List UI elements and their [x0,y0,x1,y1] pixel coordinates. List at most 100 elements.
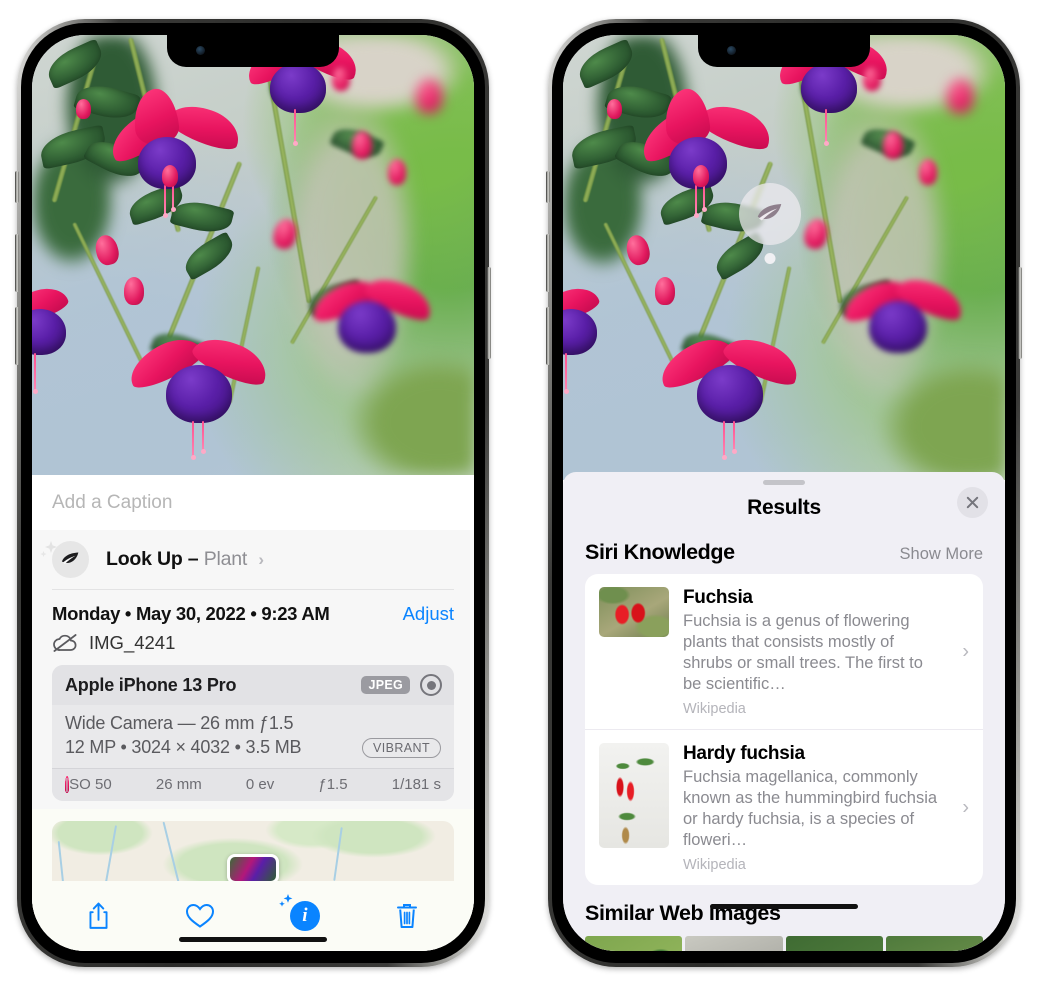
share-button[interactable] [87,901,110,931]
format-badge: JPEG [361,676,410,695]
volume-up-button[interactable] [15,234,19,292]
siri-knowledge-card: Fuchsia Fuchsia is a genus of flowering … [585,574,983,885]
similar-web-images-strip [563,936,1005,951]
device-notch [698,35,870,67]
front-camera-icon [196,46,205,55]
leaf-icon [61,552,79,565]
badge-anchor-dot [764,253,776,264]
photo-flowers [563,35,1005,480]
device-bezel: Add a Caption Look Up – Plant › Monday •… [21,23,485,963]
photo-viewer-right[interactable] [563,35,1005,480]
results-header: Results [563,485,1005,531]
result-source: Wikipedia [683,857,746,873]
mute-switch[interactable] [15,171,19,203]
web-image-3[interactable] [785,936,883,951]
home-indicator[interactable] [710,904,858,909]
caption-placeholder-text: Add a Caption [52,491,173,513]
heart-icon [186,904,215,929]
web-image-4[interactable] [885,936,983,951]
look-up-subject: Plant [203,548,248,571]
chevron-right-icon: › [962,640,969,662]
siri-knowledge-title: Siri Knowledge [585,540,735,564]
photo-flowers [32,35,474,475]
exif-stats-row: ISO 50 | 26 mm | 0 ev | ƒ1.5 | 1/181 s [52,768,454,802]
knowledge-result-row[interactable]: Hardy fuchsia Fuchsia magellanica, commo… [585,729,983,885]
volume-down-button[interactable] [546,307,550,365]
exif-stat-focal: 26 mm [155,776,202,794]
size-info-row: 12 MP • 3024 × 4032 • 3.5 MB VIBRANT [65,737,441,758]
visual-lookup-results-sheet: Results Siri Knowledge Show More Fuchsia… [563,472,1005,951]
photographic-style-badge: VIBRANT [362,737,441,758]
visual-lookup-badge[interactable] [739,183,801,264]
exif-card-header: Apple iPhone 13 Pro JPEG [52,665,454,706]
iphone-left-device: Add a Caption Look Up – Plant › Monday •… [15,19,491,967]
result-thumbnail [599,743,669,848]
show-more-button[interactable]: Show More [900,545,983,564]
front-camera-icon [727,46,736,55]
look-up-label: Look Up – Plant › [106,548,264,571]
leaf-badge-icon [52,541,89,579]
trash-icon [396,903,417,928]
icloud-off-icon [53,634,77,652]
delete-button[interactable] [395,901,419,931]
result-title: Hardy fuchsia [683,743,805,764]
iphone-right-device: Results Siri Knowledge Show More Fuchsia… [546,19,1022,967]
close-icon [966,496,979,509]
exif-stat-iso: ISO 50 [65,776,112,794]
share-icon [89,902,108,929]
chevron-right-icon: › [962,796,969,818]
result-source: Wikipedia [683,701,746,717]
close-button[interactable] [957,487,988,518]
image-size-info: 12 MP • 3024 × 4032 • 3.5 MB [65,737,302,758]
power-button[interactable] [1018,267,1022,359]
exif-stat-shutter: 1/181 s [391,776,441,794]
photo-filename: IMG_4241 [89,632,176,654]
result-thumbnail [599,587,669,637]
look-up-title: Look Up – [106,548,199,571]
photo-viewer-left[interactable] [32,35,474,475]
volume-up-button[interactable] [546,234,550,292]
sparkles-icon [279,893,293,907]
exif-stat-aperture: ƒ1.5 [318,776,348,794]
volume-down-button[interactable] [15,307,19,365]
power-button[interactable] [487,267,491,359]
results-title: Results [747,496,821,519]
exif-stat-ev: 0 ev [245,776,275,794]
aperture-ring-icon [420,674,442,697]
metadata-block: Monday • May 30, 2022 • 9:23 AM Adjust I… [32,589,474,810]
result-description: Fuchsia is a genus of flowering plants t… [683,612,923,693]
photo-location-pin [227,853,279,881]
chevron-right-icon: › [258,550,264,570]
result-text: Hardy fuchsia Fuchsia magellanica, commo… [683,743,969,873]
photo-date: Monday • May 30, 2022 • 9:23 AM [52,603,330,625]
result-description: Fuchsia magellanica, commonly known as t… [683,768,938,849]
adjust-button[interactable]: Adjust [403,603,454,625]
favorite-button[interactable] [185,902,215,929]
exif-card[interactable]: Apple iPhone 13 Pro JPEG Wide Camera — 2… [52,665,454,802]
date-row: Monday • May 30, 2022 • 9:23 AM Adjust [52,590,454,625]
file-row: IMG_4241 [52,632,454,654]
knowledge-result-row[interactable]: Fuchsia Fuchsia is a genus of flowering … [585,574,983,729]
device-notch [167,35,339,67]
home-indicator[interactable] [179,937,327,942]
stat-divider: | [65,776,69,794]
exif-header-badges: JPEG [361,674,442,697]
siri-knowledge-header: Siri Knowledge Show More [563,531,1005,574]
screen-right: Results Siri Knowledge Show More Fuchsia… [563,35,1005,951]
result-title: Fuchsia [683,587,753,608]
caption-input[interactable]: Add a Caption [32,475,474,531]
screen-left: Add a Caption Look Up – Plant › Monday •… [32,35,474,951]
screenshot-canvas: Add a Caption Look Up – Plant › Monday •… [0,0,1055,985]
location-map-card[interactable] [52,821,454,881]
camera-device-name: Apple iPhone 13 Pro [65,674,237,695]
look-up-row[interactable]: Look Up – Plant › [32,530,474,590]
leaf-icon [757,204,782,221]
result-text: Fuchsia Fuchsia is a genus of flowering … [683,587,969,717]
lens-info: Wide Camera — 26 mm ƒ1.5 [65,713,294,734]
mute-switch[interactable] [546,171,550,203]
photo-info-sheet: Add a Caption Look Up – Plant › Monday •… [32,475,474,951]
device-bezel: Results Siri Knowledge Show More Fuchsia… [552,23,1016,963]
web-image-1[interactable] [585,936,683,951]
web-image-2[interactable] [685,936,783,951]
info-button[interactable]: i [279,893,320,931]
